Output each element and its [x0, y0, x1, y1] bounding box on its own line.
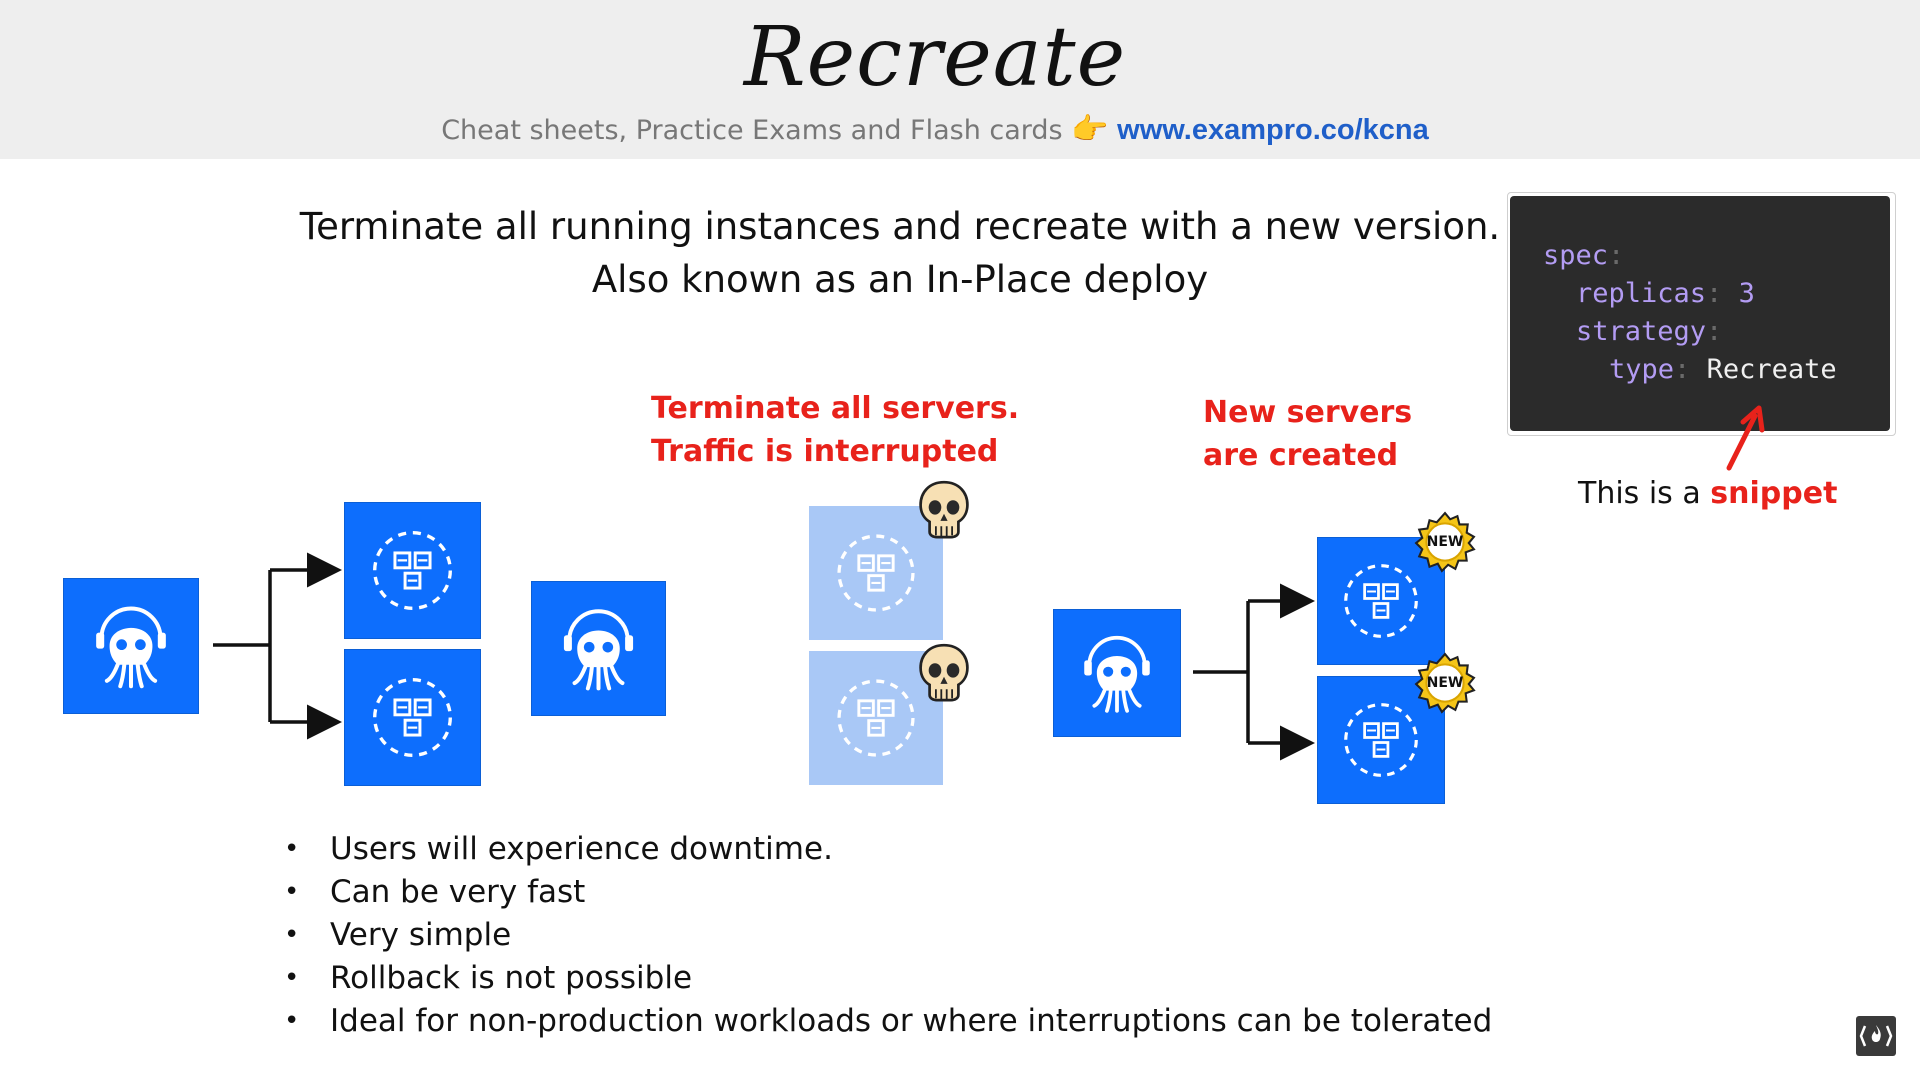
bullet-item: Can be very fast: [282, 871, 1492, 914]
new-badge-icon: NEW: [1414, 511, 1476, 573]
bullet-item: Ideal for non-production workloads or wh…: [282, 1000, 1492, 1043]
channel-logo-icon[interactable]: [1856, 1016, 1896, 1056]
new-badge-text: NEW: [1426, 675, 1464, 691]
octopus-tile-new: [1053, 609, 1181, 737]
octopus-tile-terminate: [531, 581, 666, 716]
left-fanout-connector: [213, 552, 342, 740]
octopus-icon: [532, 582, 665, 715]
server-tile-old-bottom: [344, 649, 481, 786]
server-tile-old-top: [344, 502, 481, 639]
octopus-tile-initial: [63, 578, 199, 714]
right-fanout-connector: [1193, 583, 1315, 761]
server-icon: [345, 650, 480, 785]
bullet-list: Users will experience downtime. Can be v…: [282, 828, 1492, 1043]
skull-icon: [917, 476, 971, 546]
new-badge-text: NEW: [1426, 534, 1464, 550]
octopus-icon: [64, 579, 198, 713]
bullet-item: Very simple: [282, 914, 1492, 957]
skull-icon: [917, 639, 971, 709]
bullet-item: Rollback is not possible: [282, 957, 1492, 1000]
new-badge-icon: NEW: [1414, 652, 1476, 714]
bullet-item: Users will experience downtime.: [282, 828, 1492, 871]
server-icon: [345, 503, 480, 638]
octopus-icon: [1054, 610, 1180, 736]
